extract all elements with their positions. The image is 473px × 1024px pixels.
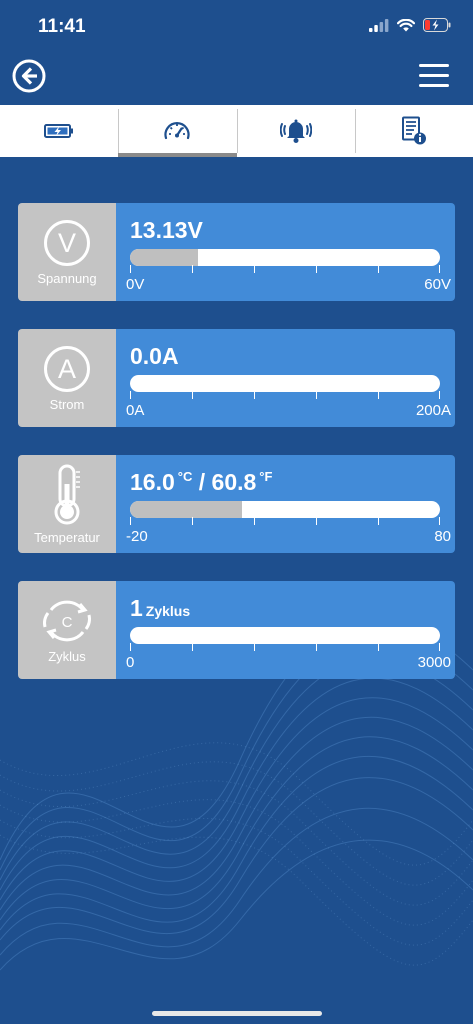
scale-tick	[130, 391, 131, 399]
gauge-icon	[164, 122, 190, 140]
temperature-max: 80	[434, 528, 451, 545]
battery-charging-icon	[423, 18, 451, 32]
temperature-fahrenheit: 60.8	[211, 469, 257, 495]
scale-tick	[316, 517, 317, 525]
celsius-unit: °C	[177, 469, 193, 484]
cycle-max: 3000	[417, 654, 451, 671]
voltage-value: 13.13V	[130, 217, 203, 243]
scale-tick	[439, 265, 440, 273]
temperature-card: Temperatur 16.0 °C / 60.8 °F -20 80	[18, 455, 455, 553]
cycle-label: Zyklus	[48, 648, 86, 664]
voltage-max: 60V	[424, 276, 451, 293]
scale-tick	[254, 391, 255, 399]
cycle-card: C Zyklus 1 Zyklus 0 3000	[18, 581, 455, 679]
scale-tick	[192, 517, 193, 525]
scale-tick	[316, 643, 317, 651]
temperature-ticks	[130, 517, 440, 525]
current-body: 0.0A 0A 200A	[116, 329, 455, 427]
scale-tick	[192, 265, 193, 273]
voltage-bar	[130, 249, 440, 266]
cycle-unit: Zyklus	[145, 603, 191, 619]
current-label: Strom	[49, 396, 85, 412]
current-card: A Strom 0.0A 0A 200A	[18, 329, 455, 427]
scale-tick	[254, 643, 255, 651]
cycle-ticks	[130, 643, 440, 651]
tab-battery[interactable]	[0, 105, 118, 157]
cycle-icon: C	[43, 600, 91, 641]
scale-tick	[378, 265, 379, 273]
tab-dashboard[interactable]	[118, 105, 237, 157]
cycle-min: 0	[126, 654, 135, 671]
current-ticks	[130, 391, 440, 399]
scale-tick	[378, 391, 379, 399]
svg-text:V: V	[58, 228, 76, 258]
status-bar: 11:41	[0, 0, 473, 56]
scale-tick	[192, 391, 193, 399]
thermometer-icon	[54, 464, 80, 524]
temperature-min: -20	[126, 528, 148, 545]
tab-info[interactable]	[354, 105, 473, 157]
voltage-ticks	[130, 265, 440, 273]
scale-tick	[130, 643, 131, 651]
temperature-label: Temperatur	[34, 529, 100, 545]
temperature-separator: /	[198, 469, 206, 495]
temperature-label-box: Temperatur	[18, 455, 116, 553]
current-min: 0A	[126, 402, 145, 419]
svg-text:C: C	[62, 614, 73, 631]
temperature-value: 16.0 °C / 60.8 °F	[130, 469, 272, 496]
fahrenheit-unit: °F	[259, 469, 273, 484]
info-document-icon	[401, 116, 426, 145]
app-header	[0, 56, 473, 104]
scale-tick	[378, 517, 379, 525]
tab-alarms[interactable]	[236, 105, 355, 157]
voltage-min: 0V	[126, 276, 145, 293]
current-max: 200A	[415, 402, 451, 419]
temperature-bar	[130, 501, 440, 518]
scale-tick	[254, 265, 255, 273]
temperature-celsius: 16.0	[130, 469, 175, 495]
cycle-count: 1	[130, 595, 143, 621]
cycle-bar	[130, 627, 440, 644]
current-label-box: A Strom	[18, 329, 116, 427]
cycle-value: 1 Zyklus	[130, 595, 190, 622]
scale-tick	[130, 265, 131, 273]
voltage-card: V Spannung 13.13V 0V 60V	[18, 203, 455, 301]
alarm-bell-icon	[279, 119, 312, 143]
svg-text:A: A	[58, 354, 76, 384]
scale-tick	[439, 391, 440, 399]
current-bar	[130, 375, 440, 392]
home-indicator	[152, 1011, 322, 1016]
scale-tick	[316, 391, 317, 399]
current-value: 0.0A	[130, 343, 179, 369]
current-icon: A	[44, 345, 90, 392]
hamburger-menu-icon[interactable]	[419, 64, 449, 90]
voltage-label: Spannung	[37, 270, 97, 286]
status-icons	[369, 18, 451, 32]
cycle-label-box: C Zyklus	[18, 581, 116, 679]
status-time: 11:41	[38, 16, 86, 37]
voltage-icon: V	[44, 219, 90, 266]
voltage-body: 13.13V 0V 60V	[116, 203, 455, 301]
scale-tick	[439, 643, 440, 651]
scale-tick	[192, 643, 193, 651]
signal-icon	[369, 18, 389, 32]
measurement-cards: V Spannung 13.13V 0V 60V A Strom 0.0A 0A…	[18, 203, 455, 707]
battery-icon	[44, 124, 74, 138]
tab-bar	[0, 105, 473, 157]
scale-tick	[130, 517, 131, 525]
temperature-body: 16.0 °C / 60.8 °F -20 80	[116, 455, 455, 553]
scale-tick	[378, 643, 379, 651]
back-arrow-icon[interactable]	[12, 59, 46, 93]
scale-tick	[316, 265, 317, 273]
cycle-body: 1 Zyklus 0 3000	[116, 581, 455, 679]
temperature-bar-fill	[130, 501, 242, 518]
scale-tick	[439, 517, 440, 525]
voltage-label-box: V Spannung	[18, 203, 116, 301]
scale-tick	[254, 517, 255, 525]
voltage-bar-fill	[130, 249, 199, 266]
wifi-icon	[397, 18, 415, 31]
